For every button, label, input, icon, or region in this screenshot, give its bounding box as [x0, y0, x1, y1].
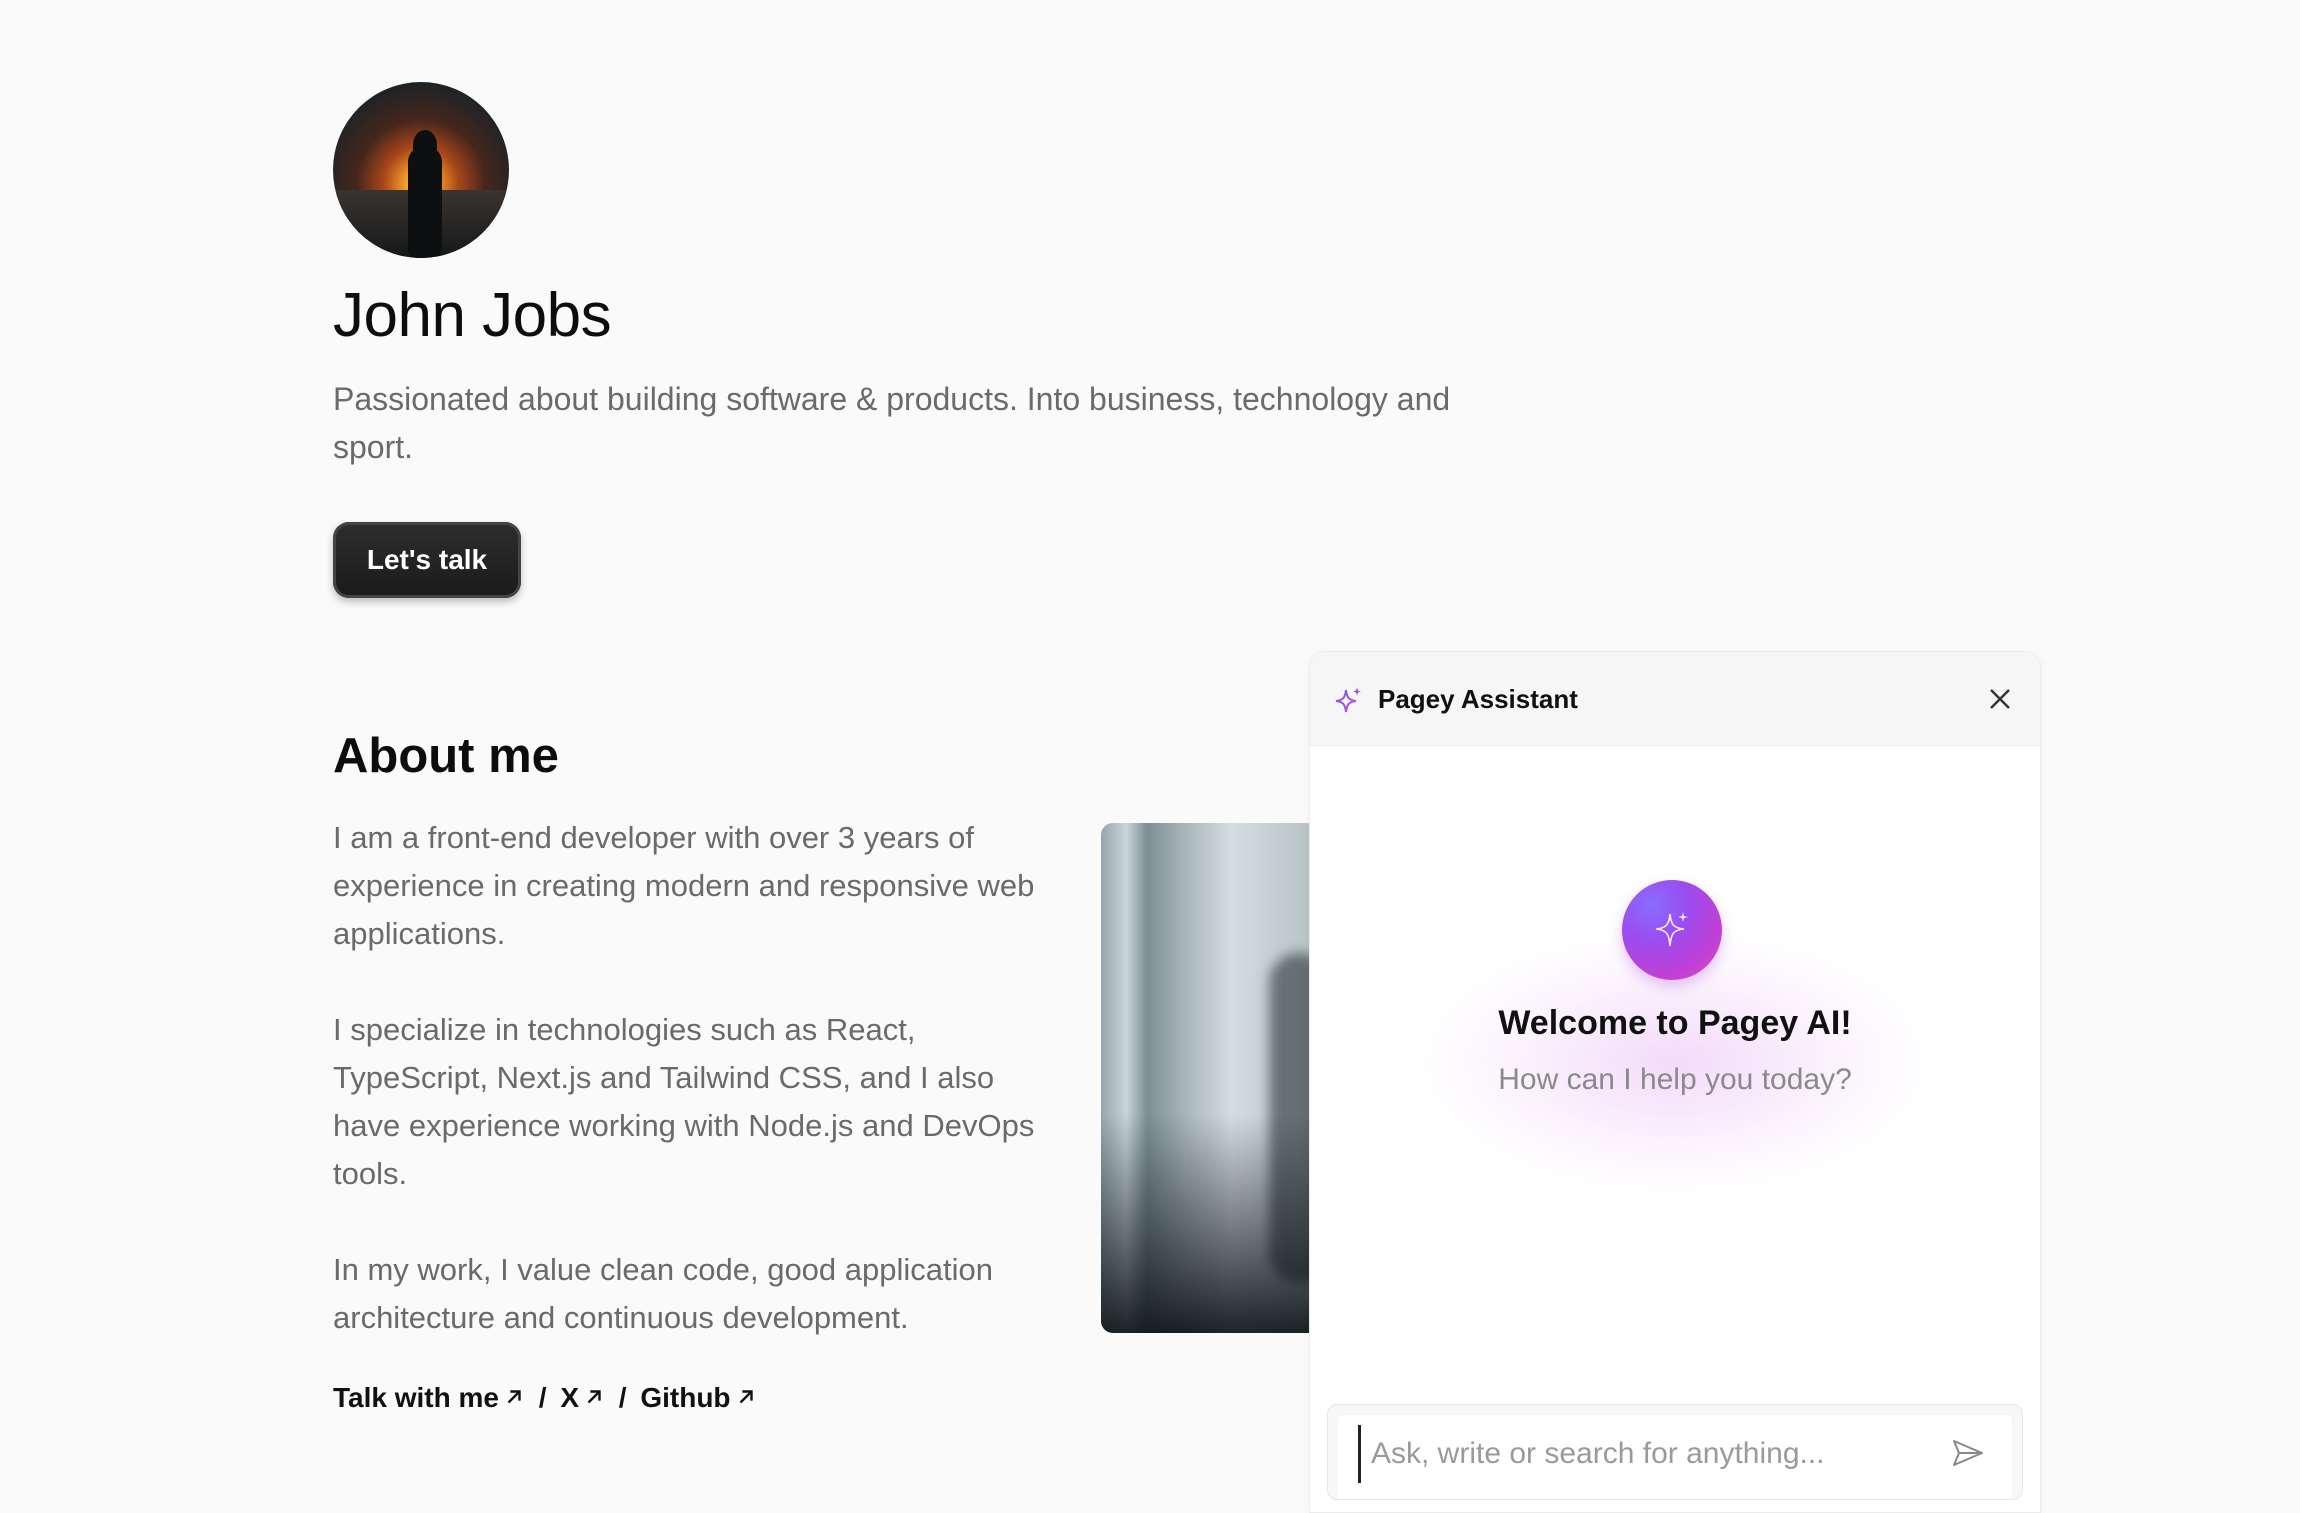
about-paragraph: In my work, I value clean code, good app…: [333, 1252, 993, 1335]
link-label: X: [560, 1382, 579, 1413]
assistant-orb: [1622, 880, 1722, 980]
link-separator: /: [538, 1382, 547, 1413]
welcome-heading: Welcome to Pagey AI!: [1498, 1004, 1852, 1042]
about-paragraph: I specialize in technologies such as Rea…: [333, 1012, 1035, 1191]
chat-input[interactable]: [1358, 1425, 1933, 1483]
social-links: Talk with me / X / Github: [333, 1382, 757, 1414]
github-link[interactable]: Github: [640, 1382, 756, 1413]
assistant-header: Pagey Assistant: [1310, 652, 2040, 746]
welcome-subtitle: How can I help you today?: [1498, 1063, 1852, 1096]
link-label: Github: [640, 1382, 731, 1413]
about-title: About me: [333, 729, 559, 783]
portfolio-page: John Jobs Passionated about building sof…: [0, 0, 2300, 1513]
arrow-up-right-icon: [507, 1390, 521, 1404]
about-photo: [1101, 823, 1311, 1333]
assistant-panel: Pagey Assistant Welcome to Pagey AI! How…: [1309, 651, 2041, 1513]
arrow-up-right-icon: [587, 1390, 601, 1404]
x-link[interactable]: X: [560, 1382, 605, 1413]
photo-shade: [1101, 1113, 1311, 1333]
assistant-title: Pagey Assistant: [1378, 684, 1578, 714]
send-icon[interactable]: [1950, 1435, 1986, 1471]
chat-input-container: [1327, 1404, 2023, 1500]
arrow-up-right-icon: [739, 1390, 753, 1404]
profile-tagline: Passionated about building software & pr…: [333, 381, 1451, 465]
close-icon[interactable]: [1988, 687, 2012, 711]
sparkle-icon: [1335, 687, 1361, 713]
avatar: [333, 82, 509, 258]
lets-talk-button[interactable]: Let's talk: [333, 522, 521, 598]
sparkle-icon: [1655, 912, 1688, 947]
link-separator: /: [618, 1382, 627, 1413]
profile-name: John Jobs: [333, 281, 612, 350]
talk-with-me-link[interactable]: Talk with me: [333, 1382, 525, 1413]
avatar-figure: [408, 146, 442, 258]
link-label: Talk with me: [333, 1382, 499, 1413]
about-paragraph: I am a front-end developer with over 3 y…: [333, 820, 1035, 951]
chat-input-box: [1338, 1415, 2012, 1499]
